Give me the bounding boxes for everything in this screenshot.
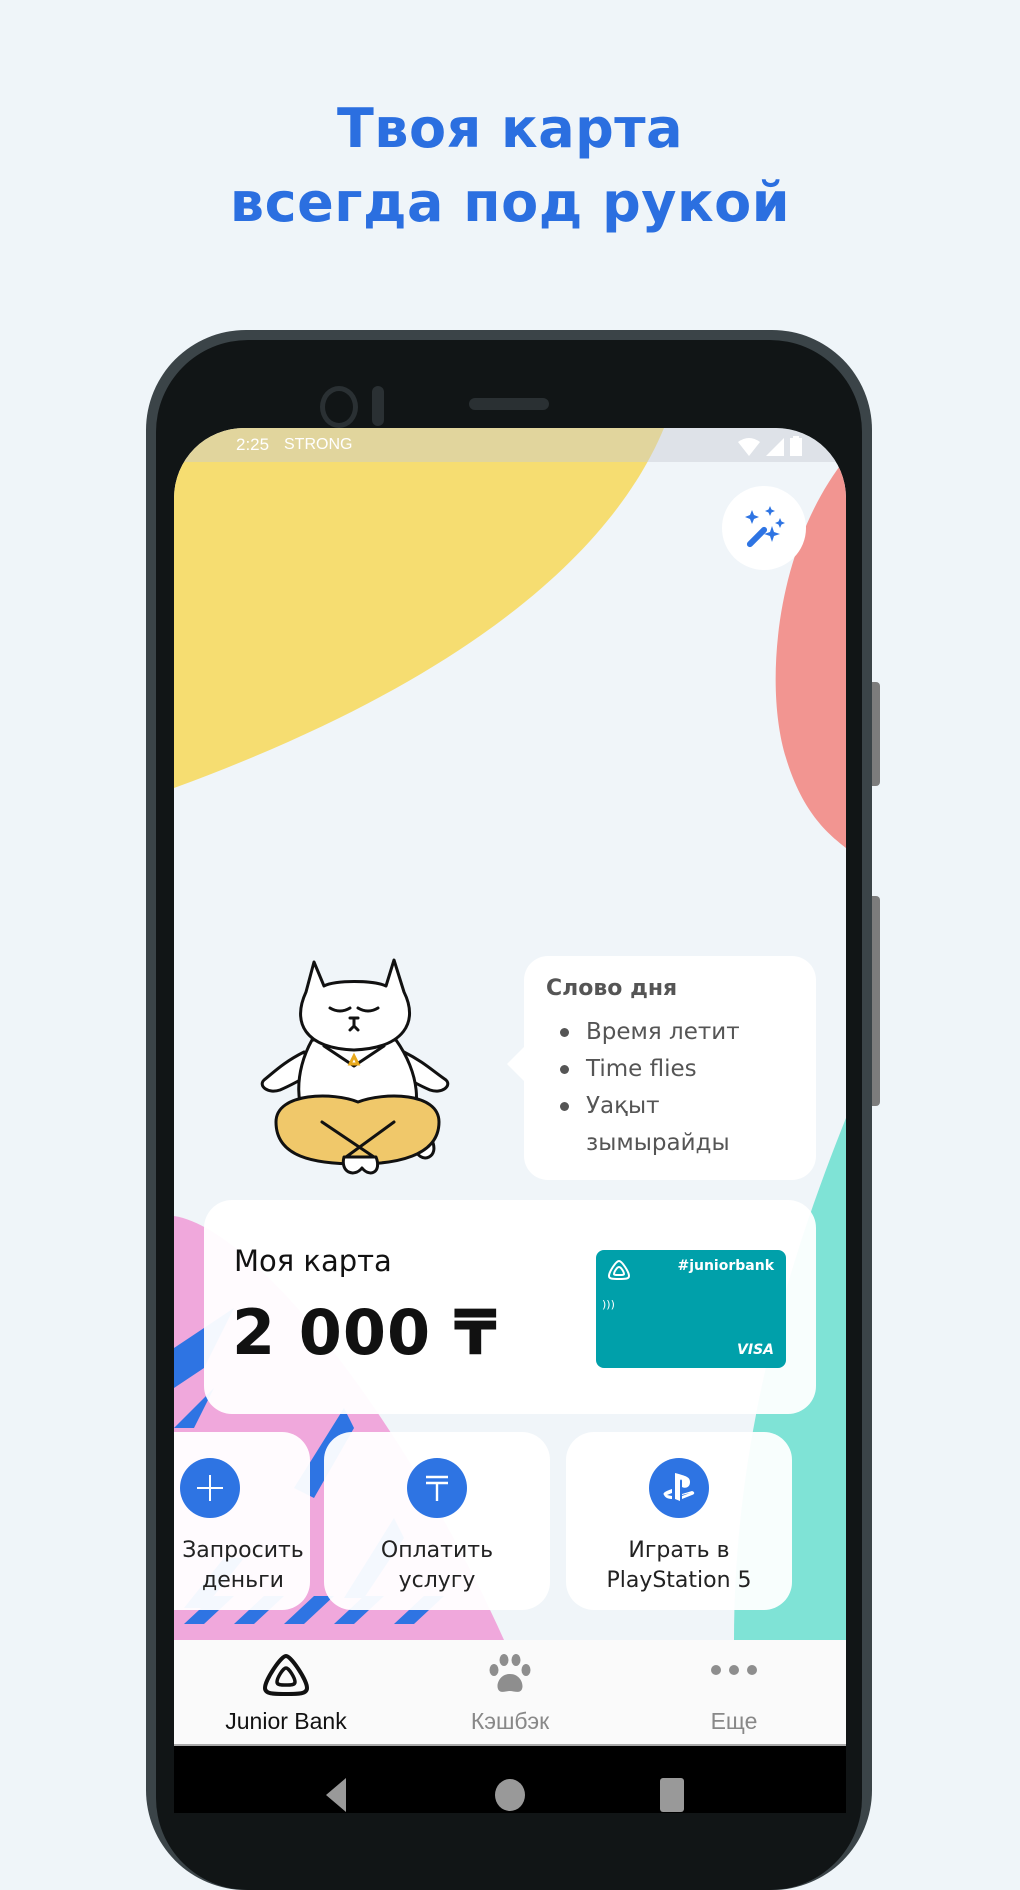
magic-wand-icon [745, 506, 785, 548]
bank-card-image[interactable]: ))) #juniorbank VISA [596, 1250, 786, 1368]
earpiece-speaker [469, 398, 549, 410]
wifi-icon [738, 438, 760, 456]
junior-bank-card-logo-icon [608, 1260, 630, 1280]
tab-cashback[interactable]: Кэшбэк [398, 1640, 622, 1744]
my-card-label: Моя карта [234, 1244, 392, 1278]
android-nav-bar [174, 1746, 846, 1813]
bottom-tab-bar: Junior Bank Кэшбэк Еще [174, 1640, 846, 1746]
playstation-button[interactable]: Играть в PlayStation 5 [566, 1432, 792, 1610]
pay-service-button[interactable]: Оплатить услугу [324, 1432, 550, 1610]
yellow-shape [174, 428, 664, 788]
status-bar: 2:25 STRONG [174, 428, 846, 462]
word-of-day-bubble: Слово дня Время летит Time flies Уақыт з… [524, 956, 816, 1180]
request-money-button[interactable]: Запросить деньги [174, 1432, 310, 1610]
promo-title-line1: Твоя карта [336, 97, 684, 160]
back-icon[interactable] [324, 1778, 348, 1812]
plus-icon [197, 1475, 223, 1501]
action-label-line2: PlayStation 5 [606, 1568, 752, 1593]
quick-actions: Запросить деньги Оплатить услугу Играть … [174, 1432, 846, 1612]
tab-label: Еще [710, 1708, 758, 1734]
promo-title: Твоя карта всегда под рукой [0, 92, 1020, 240]
tab-more[interactable]: Еще [622, 1640, 846, 1744]
promo-title-line2: всегда под рукой [229, 171, 791, 234]
word-of-day-item: Уақыт [546, 1088, 740, 1125]
home-icon[interactable] [494, 1778, 526, 1812]
tab-junior-bank[interactable]: Junior Bank [174, 1640, 398, 1744]
battery-icon [790, 436, 802, 456]
action-label-line1: Запросить [182, 1538, 304, 1563]
word-of-day-item-continued: зымырайды [586, 1130, 730, 1156]
contactless-icon: ))) [602, 1298, 615, 1311]
sensor [372, 386, 384, 426]
word-of-day-item: Time flies [546, 1051, 740, 1088]
junior-bank-logo-icon [263, 1654, 309, 1696]
paw-icon [489, 1654, 531, 1692]
tab-label: Кэшбэк [470, 1708, 550, 1734]
card-tag: #juniorbank [677, 1258, 774, 1274]
action-label-line2: деньги [202, 1568, 284, 1593]
magic-wand-button[interactable] [722, 486, 806, 570]
signal-icon [766, 438, 784, 456]
tab-label: Junior Bank [225, 1708, 347, 1734]
front-camera [320, 386, 358, 428]
action-label-line1: Оплатить [380, 1538, 494, 1563]
app-screen: 2:25 STRONG Слово дня Время летит Time f… [174, 428, 846, 1746]
phone-volume-button [872, 896, 880, 1106]
more-dots-icon [711, 1665, 757, 1675]
recents-icon[interactable] [660, 1778, 684, 1812]
word-of-day-list: Время летит Time flies Уақыт зымырайды [546, 1014, 740, 1162]
card-network: VISA [737, 1342, 774, 1358]
my-card-panel[interactable]: Моя карта 2 000 ₸ ))) #juniorbank VISA [204, 1200, 816, 1414]
status-carrier: STRONG [284, 436, 353, 453]
word-of-day-title: Слово дня [546, 976, 678, 1001]
playstation-icon [663, 1473, 695, 1501]
action-label-line2: услугу [398, 1568, 476, 1593]
action-label-line1: Играть в [628, 1538, 730, 1563]
card-balance: 2 000 ₸ [232, 1296, 498, 1369]
word-of-day-item: Время летит [546, 1014, 740, 1051]
phone-power-button [872, 682, 880, 786]
meditating-cat-illustration [260, 958, 450, 1175]
status-time: 2:25 [236, 435, 270, 454]
tenge-icon [426, 1475, 448, 1501]
